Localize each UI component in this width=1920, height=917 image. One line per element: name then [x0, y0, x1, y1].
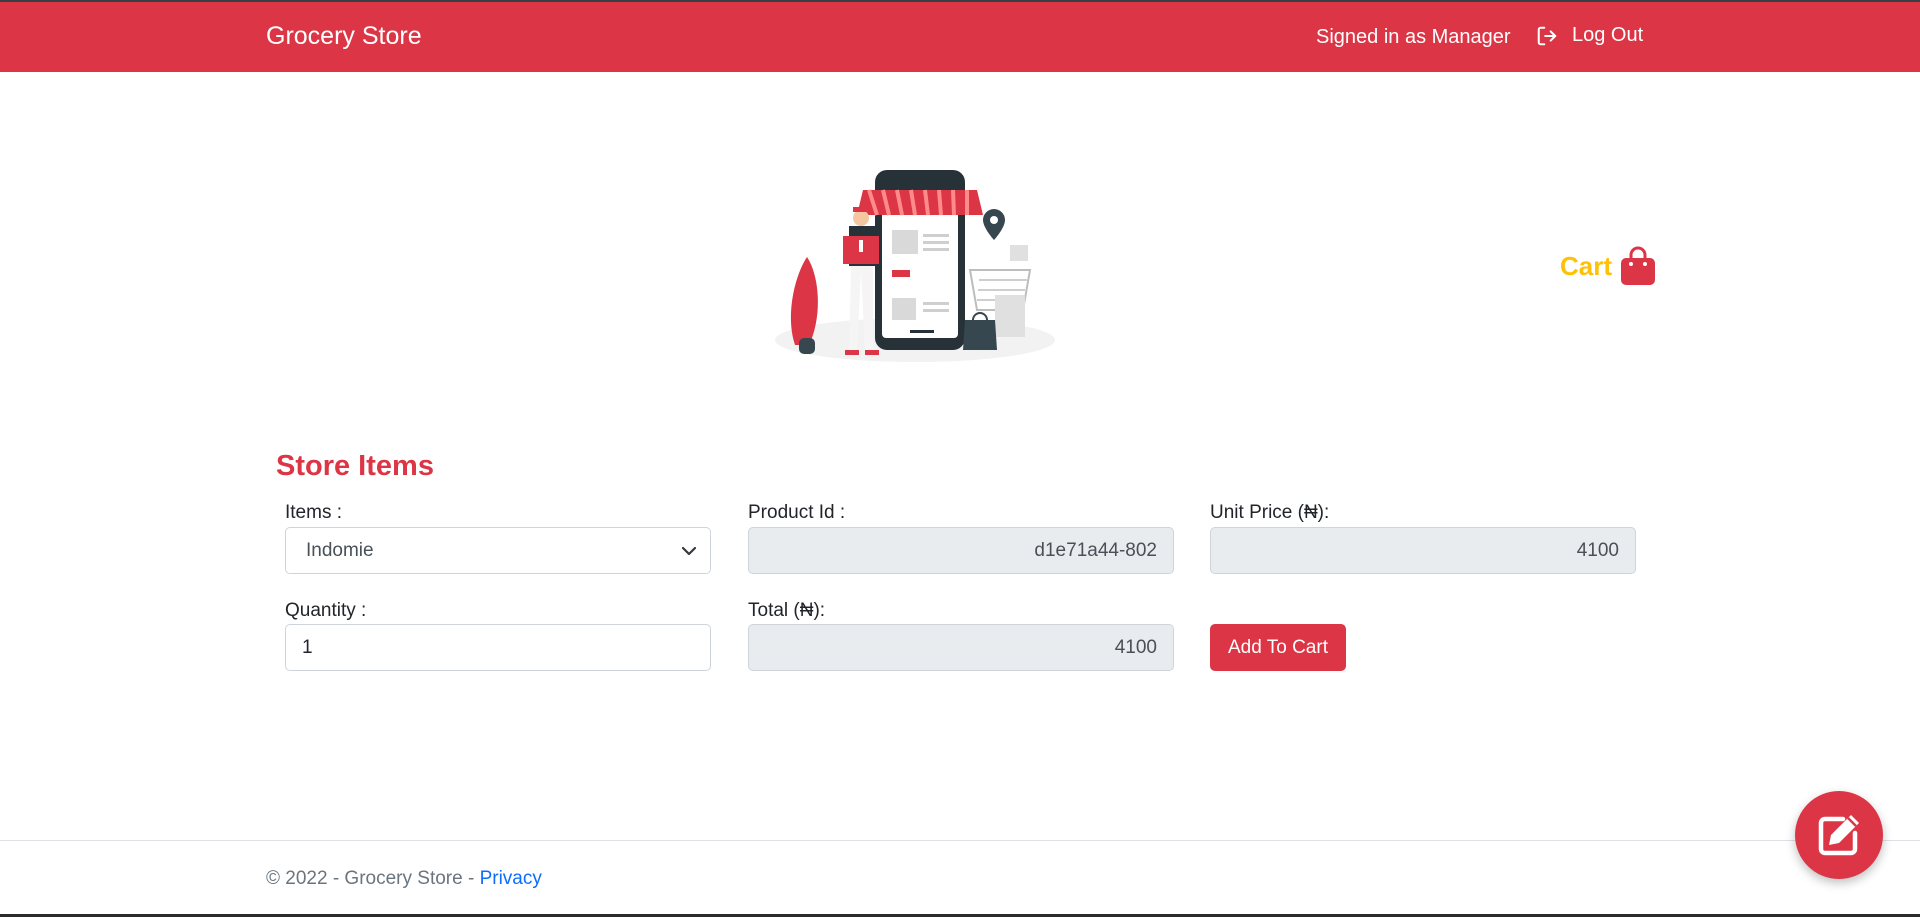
signed-in-text: Signed in as Manager — [1316, 26, 1511, 48]
shopping-bag-icon — [1621, 246, 1656, 285]
items-selected-value: Indomie — [306, 539, 374, 561]
product-id-value: d1e71a44-802 — [1034, 539, 1157, 561]
store-illustration — [775, 170, 1055, 362]
unit-price-label: Unit Price (₦): — [1210, 502, 1330, 523]
quantity-label: Quantity : — [285, 600, 367, 621]
total-label: Total (₦): — [748, 600, 826, 621]
unit-price-value: 4100 — [1576, 539, 1619, 561]
footer-copyright: © 2022 - Grocery Store - — [266, 868, 480, 889]
logout-label: Log Out — [1572, 24, 1644, 46]
product-id-field[interactable]: d1e71a44-802 — [748, 527, 1174, 574]
store-items-title: Store Items — [276, 450, 434, 482]
privacy-link[interactable]: Privacy — [480, 868, 542, 889]
logout-link[interactable]: Log Out — [1536, 24, 1643, 47]
product-id-label: Product Id : — [748, 502, 846, 523]
items-select[interactable]: Indomie — [285, 527, 711, 574]
quantity-value: 1 — [302, 636, 313, 658]
footer-divider — [0, 840, 1920, 841]
add-to-cart-button[interactable]: Add To Cart — [1210, 624, 1346, 671]
footer: © 2022 - Grocery Store - Privacy — [266, 868, 542, 890]
cart-link[interactable]: Cart — [1560, 246, 1656, 286]
cart-label: Cart — [1560, 250, 1613, 281]
brand-link[interactable]: Grocery Store — [266, 22, 422, 51]
items-label: Items : — [285, 502, 343, 523]
quantity-input[interactable]: 1 — [285, 624, 711, 671]
total-field[interactable]: 4100 — [748, 624, 1174, 671]
top-navbar: Grocery Store Signed in as Manager Log O… — [0, 2, 1920, 72]
edit-icon — [1818, 815, 1859, 856]
edit-fab-button[interactable] — [1795, 791, 1883, 879]
total-value: 4100 — [1114, 636, 1157, 658]
sign-out-icon — [1537, 26, 1557, 45]
chevron-down-icon — [682, 546, 696, 555]
unit-price-field[interactable]: 4100 — [1210, 527, 1636, 574]
